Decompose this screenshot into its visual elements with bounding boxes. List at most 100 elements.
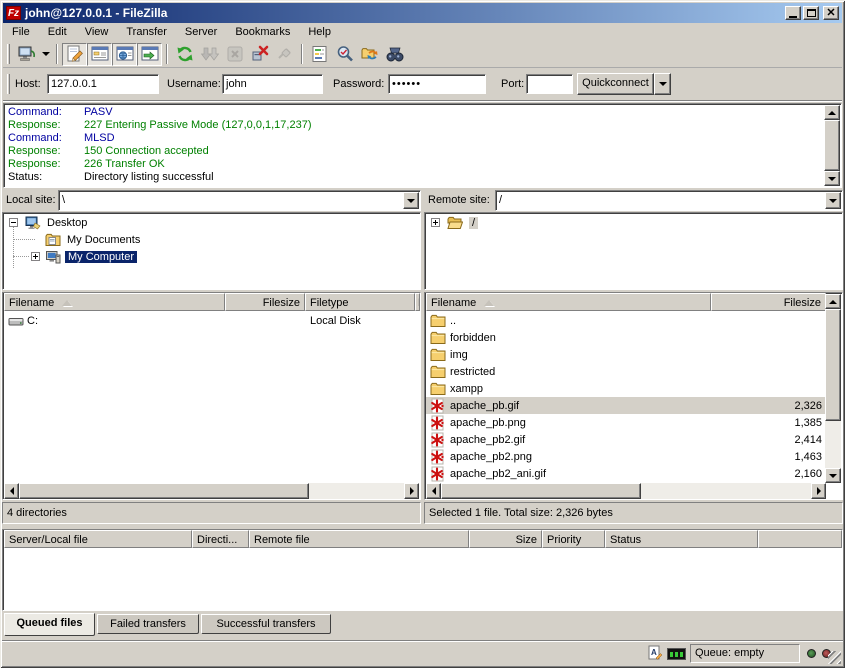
queue-column-serverlocal[interactable]: Server/Local file xyxy=(4,530,192,548)
queue-column-priority[interactable]: Priority xyxy=(542,530,605,548)
quickconnect-button[interactable]: Quickconnect xyxy=(577,73,654,95)
menu-item-help[interactable]: Help xyxy=(299,24,340,40)
arrow-down-icon xyxy=(828,177,836,181)
transfer-type-icon[interactable] xyxy=(647,645,663,661)
cancel-operation-button[interactable] xyxy=(222,43,247,66)
queue-column-blank[interactable] xyxy=(758,530,842,548)
log-line: Response:226 Transfer OK xyxy=(4,158,841,171)
local-site-value: \ xyxy=(62,194,65,206)
remote-horizontal-scrollbar[interactable] xyxy=(426,483,826,499)
find-files-button[interactable] xyxy=(382,43,407,66)
tree-item-my-computer[interactable]: My Computer xyxy=(3,248,420,265)
column-header-filesize[interactable]: Filesize xyxy=(225,293,305,311)
scroll-right-button[interactable] xyxy=(811,483,826,499)
synchronized-browsing-button[interactable] xyxy=(357,43,382,66)
toggle-transfer-queue-button[interactable] xyxy=(137,43,162,66)
minimize-button[interactable] xyxy=(785,6,801,20)
directory-comparison-button[interactable] xyxy=(332,43,357,66)
tab-failed-transfers[interactable]: Failed transfers xyxy=(97,614,199,634)
remote-site-combobox[interactable]: / xyxy=(495,190,843,211)
scroll-up-button[interactable] xyxy=(825,294,841,309)
folder-icon xyxy=(430,381,446,397)
file-row[interactable]: apache_pb2_ani.gif 2,160 xyxy=(426,465,826,482)
tree-item-root[interactable]: / xyxy=(425,214,842,231)
receive-indicator-light xyxy=(807,649,816,658)
tab-successful-transfers[interactable]: Successful transfers xyxy=(201,614,331,634)
close-button[interactable]: ✕ xyxy=(823,6,839,20)
resize-grip[interactable] xyxy=(828,651,841,664)
file-row[interactable]: xampp xyxy=(426,380,826,397)
tree-item-desktop[interactable]: Desktop xyxy=(3,214,420,231)
scroll-down-button[interactable] xyxy=(825,468,841,483)
port-input[interactable] xyxy=(526,74,573,94)
menu-item-file[interactable]: File xyxy=(3,24,39,40)
host-input[interactable]: 127.0.0.1 xyxy=(47,74,159,94)
log-scrollbar[interactable] xyxy=(824,105,840,186)
scroll-down-button[interactable] xyxy=(824,171,840,186)
menu-item-server[interactable]: Server xyxy=(176,24,226,40)
file-row[interactable]: img xyxy=(426,346,826,363)
quickconnect-dropdown-button[interactable] xyxy=(654,73,671,95)
scroll-left-button[interactable] xyxy=(4,483,19,499)
column-header-lastmodified[interactable]: L xyxy=(415,293,420,311)
collapse-icon[interactable] xyxy=(9,218,18,227)
column-header-filesize[interactable]: Filesize xyxy=(711,293,826,311)
password-input[interactable]: •••••• xyxy=(388,74,486,94)
toggle-remote-tree-button[interactable] xyxy=(112,43,137,66)
file-row[interactable]: .. xyxy=(426,312,826,329)
file-row[interactable]: apache_pb.png 1,385 xyxy=(426,414,826,431)
queue-column-remotefile[interactable]: Remote file xyxy=(249,530,469,548)
tab-queued-files[interactable]: Queued files xyxy=(4,613,95,636)
expand-icon[interactable] xyxy=(431,218,440,227)
menu-item-edit[interactable]: Edit xyxy=(39,24,76,40)
expand-icon[interactable] xyxy=(31,252,40,261)
scroll-right-button[interactable] xyxy=(404,483,419,499)
local-horizontal-scrollbar[interactable] xyxy=(4,483,419,499)
arrow-down-icon xyxy=(829,474,837,478)
port-label: Port: xyxy=(501,78,524,90)
file-row[interactable]: restricted xyxy=(426,363,826,380)
site-manager-dropdown-button[interactable] xyxy=(39,43,52,66)
directory-filters-button[interactable] xyxy=(307,43,332,66)
process-queue-button[interactable] xyxy=(197,43,222,66)
menu-item-view[interactable]: View xyxy=(76,24,118,40)
scroll-left-button[interactable] xyxy=(426,483,441,499)
arrow-left-icon xyxy=(432,487,436,495)
username-input[interactable]: john xyxy=(222,74,323,94)
local-site-dropdown-button[interactable] xyxy=(403,192,419,209)
menu-item-transfer[interactable]: Transfer xyxy=(117,24,176,40)
maximize-button[interactable] xyxy=(803,6,819,20)
reconnect-button[interactable] xyxy=(272,43,297,66)
queue-column-direction[interactable]: Directi... xyxy=(192,530,249,548)
queue-column-size[interactable]: Size xyxy=(469,530,542,548)
speed-limit-icon[interactable] xyxy=(667,648,686,660)
local-site-combobox[interactable]: \ xyxy=(58,190,421,211)
scroll-up-button[interactable] xyxy=(824,105,840,120)
file-row[interactable]: apache_pb2.gif 2,414 xyxy=(426,431,826,448)
folder-icon xyxy=(430,330,446,346)
menu-item-bookmarks[interactable]: Bookmarks xyxy=(226,24,299,40)
scroll-thumb[interactable] xyxy=(19,483,309,499)
file-row[interactable]: apache_pb2.png 1,463 xyxy=(426,448,826,465)
scroll-thumb[interactable] xyxy=(825,309,841,421)
refresh-button[interactable] xyxy=(172,43,197,66)
file-row-selected[interactable]: apache_pb.gif 2,326 xyxy=(426,397,826,414)
column-header-filename[interactable]: Filename xyxy=(4,293,225,311)
scroll-thumb[interactable] xyxy=(441,483,641,499)
queue-column-status[interactable]: Status xyxy=(605,530,758,548)
remote-vertical-scrollbar[interactable] xyxy=(825,294,841,483)
toggle-message-log-button[interactable] xyxy=(62,43,87,66)
arrow-right-icon xyxy=(817,487,821,495)
file-row[interactable]: forbidden xyxy=(426,329,826,346)
file-row-drive-c[interactable]: C: Local Disk xyxy=(4,312,419,329)
site-manager-button[interactable] xyxy=(14,43,39,66)
tree-item-my-documents[interactable]: My Documents xyxy=(3,231,420,248)
scroll-thumb[interactable] xyxy=(824,120,840,171)
column-header-filetype[interactable]: Filetype xyxy=(305,293,415,311)
remote-site-dropdown-button[interactable] xyxy=(825,192,841,209)
column-header-filename[interactable]: Filename xyxy=(426,293,711,311)
remote-tree-icon xyxy=(115,44,135,64)
window-titlebar[interactable]: Fz john@127.0.0.1 - FileZilla ✕ xyxy=(3,3,842,23)
disconnect-button[interactable] xyxy=(247,43,272,66)
toggle-local-tree-button[interactable] xyxy=(87,43,112,66)
